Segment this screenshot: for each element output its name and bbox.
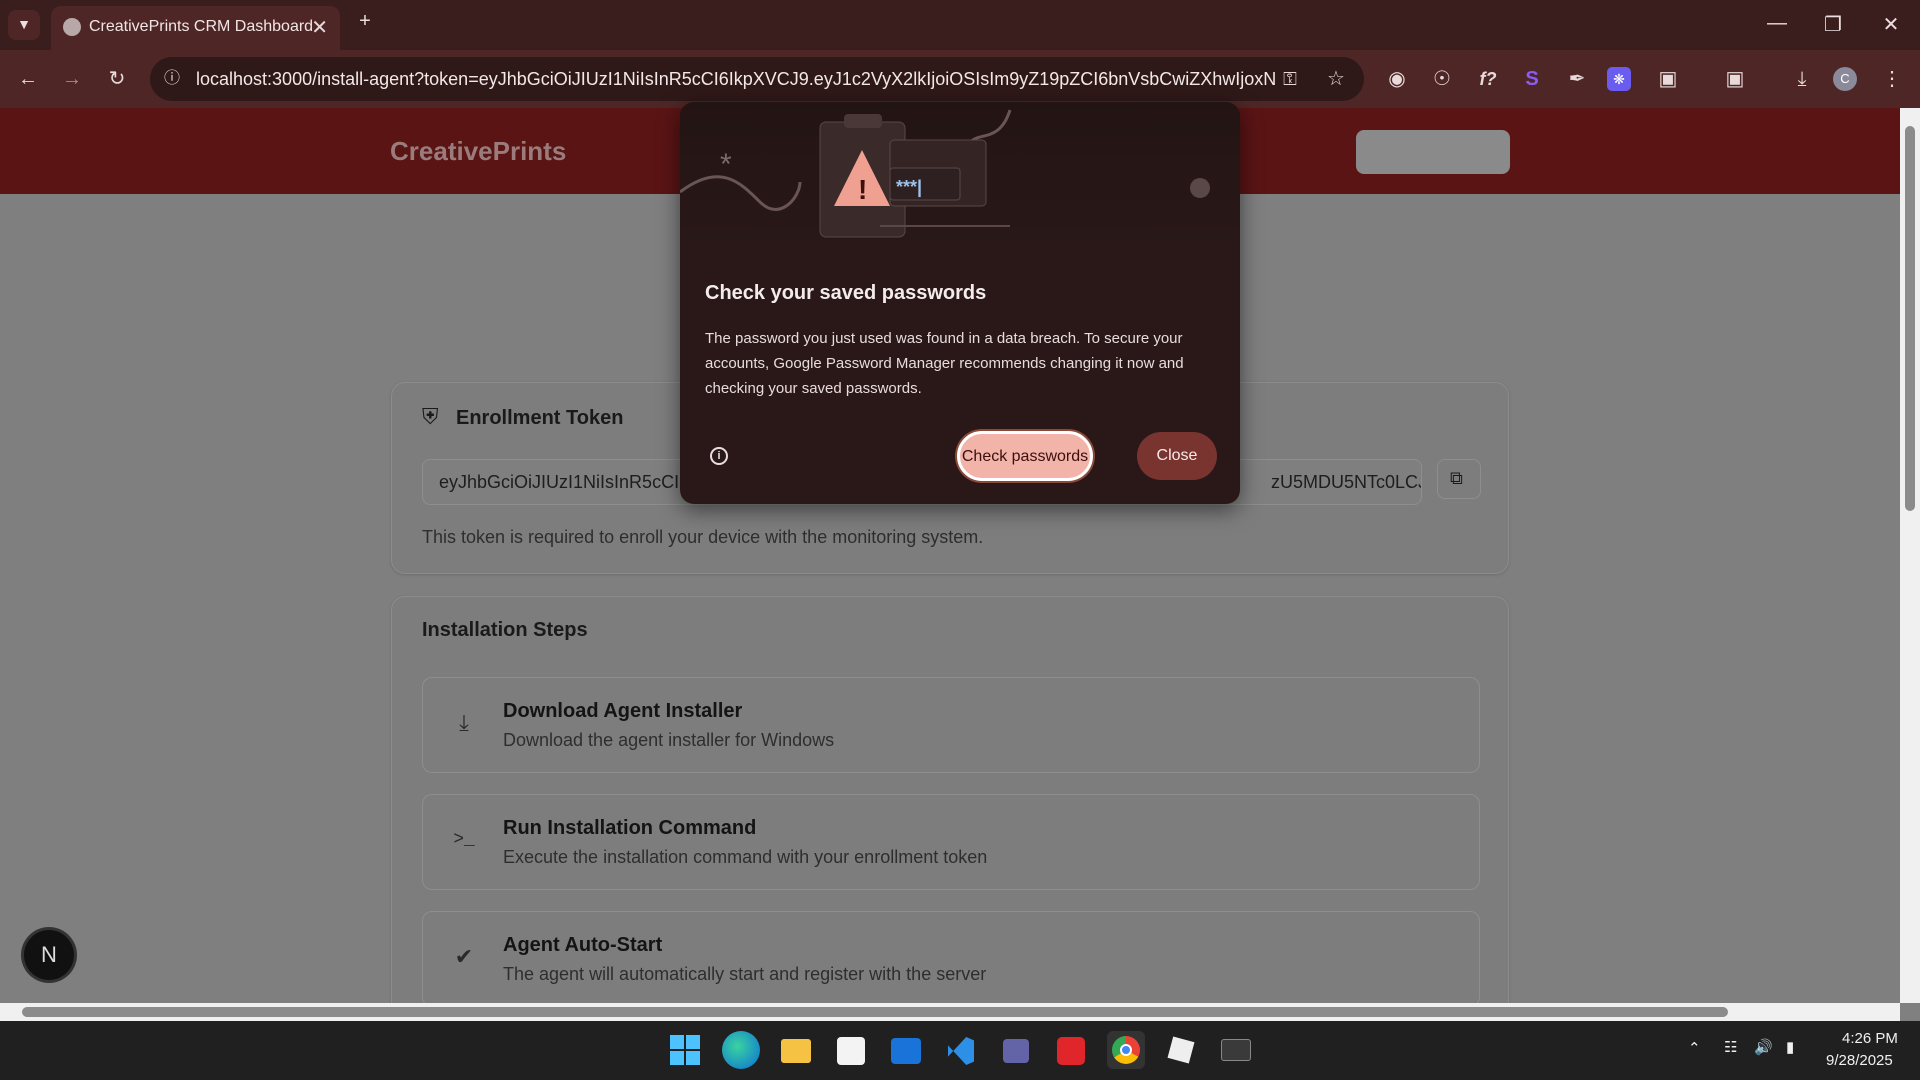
- close-dialog-button[interactable]: Close: [1137, 432, 1217, 480]
- url-text: localhost:3000/install-agent?token=eyJhb…: [196, 69, 1276, 89]
- step-description: The agent will automatically start and r…: [503, 964, 987, 984]
- svg-text:*: *: [720, 148, 732, 181]
- check-passwords-button[interactable]: Check passwords: [957, 431, 1093, 481]
- browser-tab[interactable]: CreativePrints CRM Dashboard ✕: [51, 6, 340, 50]
- illustration-password-stars: ***|: [896, 177, 922, 197]
- breach-illustration-svg: * ! ***|: [680, 109, 1210, 238]
- formula-extension-icon[interactable]: f?: [1472, 63, 1504, 95]
- step-title: Agent Auto-Start: [503, 934, 663, 956]
- camera-extension-icon[interactable]: ◉: [1381, 63, 1413, 95]
- s-extension-icon[interactable]: S: [1516, 63, 1548, 95]
- browser-tab-bar: ▼ CreativePrints CRM Dashboard ✕ + — ❐ ✕: [0, 0, 1920, 50]
- vscode-icon[interactable]: [942, 1031, 980, 1069]
- step-download[interactable]: ⤓ Download Agent Installer Download the …: [422, 677, 1480, 773]
- microsoft-store-icon[interactable]: [832, 1031, 870, 1069]
- terminal-icon: >_: [453, 830, 475, 850]
- wifi-icon[interactable]: ☷: [1724, 1038, 1737, 1056]
- vertical-scroll-thumb[interactable]: [1905, 126, 1915, 511]
- dialog-body: The password you just used was found in …: [705, 330, 1184, 397]
- new-tab-icon[interactable]: +: [352, 10, 378, 33]
- edge-icon[interactable]: [722, 1031, 760, 1069]
- tray-chevron-icon[interactable]: ⌃: [1688, 1039, 1701, 1057]
- brand-logo[interactable]: CreativePrints: [390, 136, 566, 167]
- step-title: Run Installation Command: [503, 817, 757, 839]
- step-description: Execute the installation command with yo…: [503, 847, 988, 867]
- clock-date[interactable]: 9/28/2025: [1826, 1052, 1893, 1069]
- close-window-icon[interactable]: ✕: [1876, 12, 1906, 37]
- svg-text:!: !: [858, 174, 867, 205]
- horizontal-scrollbar[interactable]: [0, 1003, 1900, 1021]
- token-value-left: eyJhbGciOiJIUzI1NiIsInR5cCI6I: [439, 472, 695, 492]
- step-run-command[interactable]: >_ Run Installation Command Execute the …: [422, 794, 1480, 890]
- token-value-right: zU5MDU5NTc0LCJ(: [1271, 472, 1422, 492]
- file-explorer-icon[interactable]: [777, 1031, 815, 1069]
- minimize-icon[interactable]: —: [1762, 12, 1792, 35]
- bookmark-star-icon[interactable]: ☆: [1320, 63, 1352, 95]
- restore-icon[interactable]: ❐: [1818, 12, 1848, 37]
- eyedropper-extension-icon[interactable]: ✒: [1561, 63, 1593, 95]
- dialog-title: Check your saved passwords: [705, 282, 987, 304]
- step-title: Download Agent Installer: [503, 700, 743, 722]
- password-key-icon[interactable]: ⚿: [1274, 63, 1306, 95]
- purple-extension-icon[interactable]: ❋: [1607, 67, 1631, 91]
- installation-steps-title: Installation Steps: [422, 619, 588, 641]
- back-icon[interactable]: ←: [12, 63, 44, 95]
- wps-office-icon[interactable]: [1052, 1031, 1090, 1069]
- windows-taskbar: ⌃ ☷ 🔊 ▮ 4:26 PM 9/28/2025: [0, 1021, 1920, 1080]
- copy-icon: ⧉: [1450, 468, 1463, 488]
- copy-button[interactable]: ⧉: [1437, 459, 1481, 499]
- step-description: Download the agent installer for Windows: [503, 730, 835, 750]
- check-circle-icon: ✔: [454, 944, 474, 969]
- close-tab-icon[interactable]: ✕: [311, 15, 328, 40]
- reload-icon[interactable]: ↻: [101, 63, 133, 95]
- download-icon: ⤓: [459, 710, 469, 735]
- nextjs-dev-badge[interactable]: N: [24, 930, 74, 980]
- enrollment-token-title: Enrollment Token: [456, 407, 624, 429]
- globe-icon: [63, 18, 81, 36]
- browser-toolbar: ← → ↻ ⓘ localhost:3000/install-agent?tok…: [0, 50, 1920, 108]
- profile-avatar[interactable]: C: [1833, 67, 1857, 91]
- token-help-text: This token is required to enroll your de…: [422, 527, 984, 547]
- windows-start-icon[interactable]: [666, 1031, 704, 1069]
- terminal-app-icon[interactable]: [1217, 1031, 1255, 1069]
- horizontal-scroll-thumb[interactable]: [22, 1007, 1728, 1017]
- installation-steps-card: Installation Steps ⤓ Download Agent Inst…: [391, 596, 1509, 1003]
- downloads-icon[interactable]: ⤓: [1786, 63, 1818, 95]
- screenshot-icon[interactable]: ▣: [1719, 63, 1751, 95]
- outlook-icon[interactable]: [887, 1031, 925, 1069]
- clock-time[interactable]: 4:26 PM: [1842, 1030, 1898, 1047]
- site-info-icon[interactable]: ⓘ: [156, 63, 188, 95]
- volume-icon[interactable]: 🔊: [1754, 1038, 1773, 1056]
- step-auto-start[interactable]: ✔ Agent Auto-Start The agent will automa…: [422, 911, 1480, 1003]
- shield-icon: ⛨: [422, 404, 439, 429]
- tab-title: CreativePrints CRM Dashboard: [89, 18, 314, 35]
- compass-extension-icon[interactable]: ☉: [1426, 63, 1458, 95]
- info-icon[interactable]: i: [710, 447, 728, 465]
- header-action-button[interactable]: [1356, 130, 1510, 174]
- forward-icon[interactable]: →: [56, 63, 88, 95]
- chrome-icon[interactable]: [1107, 1031, 1145, 1069]
- roblox-studio-icon[interactable]: [1162, 1031, 1200, 1069]
- address-bar[interactable]: ⓘ localhost:3000/install-agent?token=eyJ…: [150, 57, 1364, 101]
- breach-illustration: * ! ***|: [680, 102, 1240, 252]
- vertical-scrollbar[interactable]: [1900, 108, 1920, 1003]
- teams-icon[interactable]: [997, 1031, 1035, 1069]
- tab-search-icon[interactable]: ▼: [8, 10, 40, 40]
- extensions-puzzle-icon[interactable]: ▣: [1652, 63, 1684, 95]
- password-breach-dialog: * ! ***| Check your saved passwords The …: [680, 102, 1240, 504]
- battery-icon[interactable]: ▮: [1786, 1038, 1794, 1056]
- menu-kebab-icon[interactable]: ⋮: [1876, 63, 1908, 95]
